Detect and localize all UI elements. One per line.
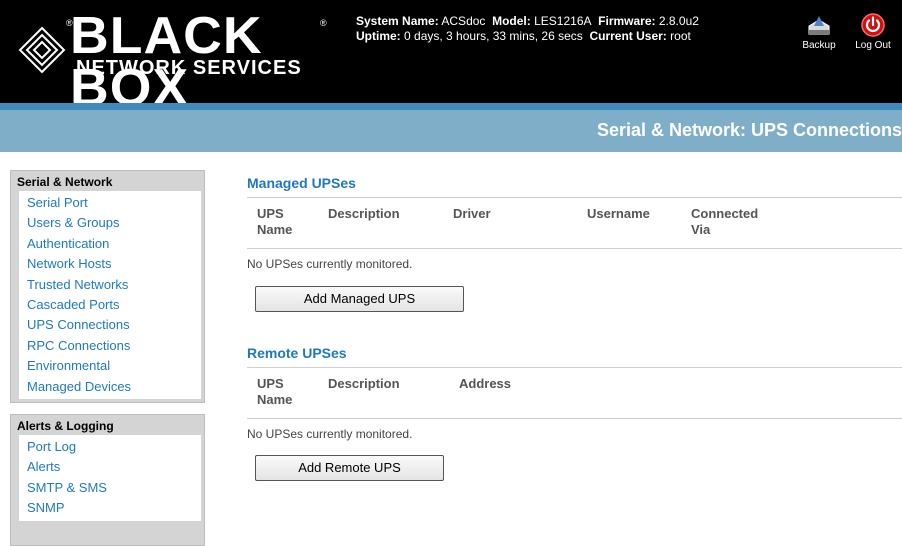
remote-ups-empty-text: No UPSes currently monitored. <box>247 427 413 441</box>
firmware-value: 2.8.0u2 <box>658 14 699 28</box>
nav-list: Serial Port Users & Groups Authentication N… <box>19 191 201 399</box>
sidebar-item-managed-devices[interactable]: Managed Devices <box>27 377 201 397</box>
sidebar-item-port-log[interactable]: Port Log <box>27 437 201 457</box>
system-name-label: System Name: <box>356 14 439 28</box>
black-box-logo: ® BLACK BOX ® NETWORK SERVICES <box>18 10 327 114</box>
column-header-line: Via <box>691 222 711 237</box>
sidebar-item-alerts[interactable]: Alerts <box>27 457 201 477</box>
column-header-line: Address <box>459 376 512 391</box>
nav-section-alerts-logging: Alerts & Logging Port Log Alerts SMTP & SM… <box>10 414 205 546</box>
column-header-line: Name <box>257 392 293 407</box>
managed-ups-table-header: UPS Name Description Driver Username Connecte… <box>247 198 902 248</box>
firmware-label: Firmware: <box>598 14 656 28</box>
header-bar: ® BLACK BOX ® NETWORK SERVICES System Na… <box>0 0 902 114</box>
logout-label: Log Out <box>855 40 891 51</box>
title-bar-stripe <box>0 103 902 110</box>
sidebar-item-rpc-connections[interactable]: RPC Connections <box>27 336 201 356</box>
model-label: Model: <box>492 14 531 28</box>
sidebar-item-ups-connections[interactable]: UPS Connections <box>27 315 201 335</box>
backup-button[interactable]: Backup <box>794 12 844 51</box>
managed-ups-title: Managed UPSes <box>247 175 356 191</box>
column-header-line: Username <box>587 206 650 221</box>
sidebar-item-serial-port[interactable]: Serial Port <box>27 193 201 213</box>
system-name-value: ACSdoc <box>441 14 486 28</box>
sidebar-item-network-hosts[interactable]: Network Hosts <box>27 254 201 274</box>
logo-diamond-icon <box>18 26 66 74</box>
column-header-driver: Driver <box>453 206 491 222</box>
nav-list: Port Log Alerts SMTP & SMS SNMP <box>19 435 201 521</box>
nav-heading: Serial & Network <box>17 175 113 189</box>
logo-registered-mark-2: ® <box>320 18 327 28</box>
sidebar-item-trusted-networks[interactable]: Trusted Networks <box>27 275 201 295</box>
current-user-label: Current User: <box>589 29 667 43</box>
nav-heading: Alerts & Logging <box>17 419 114 433</box>
column-header-description: Description <box>328 206 400 222</box>
backup-icon <box>808 16 830 35</box>
column-header-ups-name: UPS Name <box>257 206 292 238</box>
add-remote-ups-button[interactable]: Add Remote UPS <box>255 455 444 481</box>
main-content: Managed UPSes UPS Name Description Driver Us… <box>247 175 902 485</box>
current-user-value: root <box>670 29 691 43</box>
sidebar-item-snmp[interactable]: SNMP <box>27 498 201 518</box>
column-header-line: Name <box>257 222 293 237</box>
add-managed-ups-button[interactable]: Add Managed UPS <box>255 286 464 312</box>
sidebar-item-cascaded-ports[interactable]: Cascaded Ports <box>27 295 201 315</box>
model-value: LES1216A <box>534 14 592 28</box>
title-bar: Serial & Network: UPS Connections <box>0 110 902 152</box>
uptime-value: 0 days, 3 hours, 33 mins, 26 secs <box>404 29 583 43</box>
sidebar-item-users-groups[interactable]: Users & Groups <box>27 213 201 233</box>
remote-ups-table-header: UPS Name Description Address <box>247 368 902 418</box>
page-title: Serial & Network: UPS Connections <box>596 120 902 140</box>
backup-label: Backup <box>802 40 836 51</box>
system-info: System Name: ACSdoc Model: LES1216A Firm… <box>356 14 699 44</box>
column-header-line: Description <box>328 376 400 391</box>
nav-section-serial-network: Serial & Network Serial Port Users & Grou… <box>10 170 205 403</box>
column-header-line: UPS <box>257 376 284 391</box>
column-header-address: Address <box>459 376 511 392</box>
sidebar-item-smtp-sms[interactable]: SMTP & SMS <box>27 478 201 498</box>
column-header-line: Description <box>328 206 400 221</box>
column-header-username: Username <box>587 206 650 222</box>
power-icon <box>861 13 885 37</box>
remote-ups-title: Remote UPSes <box>247 345 347 361</box>
managed-ups-empty-text: No UPSes currently monitored. <box>247 257 413 271</box>
uptime-label: Uptime: <box>356 29 401 43</box>
logout-button[interactable]: Log Out <box>848 12 898 51</box>
sidebar-item-authentication[interactable]: Authentication <box>27 234 201 254</box>
column-header-description: Description <box>328 376 400 392</box>
column-header-line: Driver <box>453 206 491 221</box>
sidebar-item-environmental[interactable]: Environmental <box>27 356 201 376</box>
logo-subtext: NETWORK SERVICES <box>76 57 302 79</box>
column-header-connected-via: Connected Via <box>691 206 758 238</box>
column-header-ups-name: UPS Name <box>257 376 292 408</box>
column-header-line: UPS <box>257 206 284 221</box>
column-header-line: Connected <box>691 206 759 221</box>
